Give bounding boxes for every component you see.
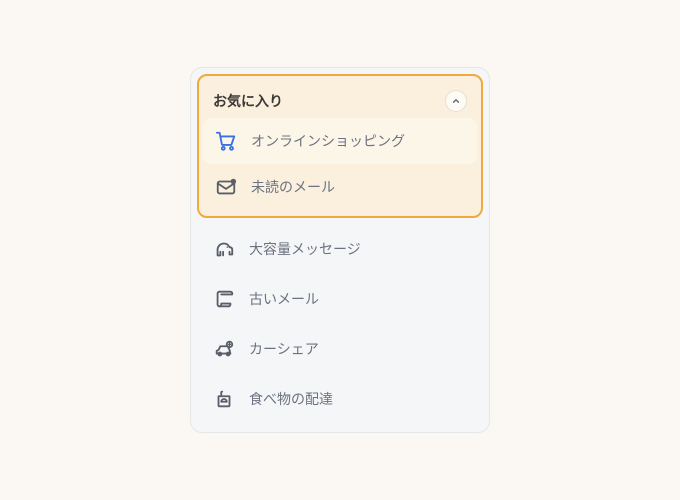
item-label: カーシェア [249,339,319,359]
chevron-up-icon [451,96,461,106]
item-label: 食べ物の配達 [249,389,333,409]
item-large-messages[interactable]: 大容量メッセージ [201,226,479,272]
collapse-button[interactable] [445,90,467,112]
item-food-delivery[interactable]: 食べ物の配達 [201,376,479,422]
elephant-icon [213,238,235,260]
car-coin-icon [213,338,235,360]
favorite-item-shopping[interactable]: オンラインショッピング [203,118,477,164]
item-label: 大容量メッセージ [249,239,361,259]
scroll-icon [213,288,235,310]
cart-icon [215,130,237,152]
favorite-item-unread-mail[interactable]: 未読のメール [203,164,477,210]
other-section: 大容量メッセージ 古いメール [197,218,483,426]
mail-unread-icon [215,176,237,198]
food-delivery-icon [213,388,235,410]
item-old-mail[interactable]: 古いメール [201,276,479,322]
favorites-header: お気に入り [203,80,477,118]
favorites-section: お気に入り オンラインショッピング [197,74,483,218]
favorite-item-label: 未読のメール [251,177,335,197]
item-car-share[interactable]: カーシェア [201,326,479,372]
item-label: 古いメール [249,289,319,309]
favorite-item-label: オンラインショッピング [251,131,405,151]
sidebar-panel: お気に入り オンラインショッピング [190,67,490,433]
favorites-title: お気に入り [213,91,283,111]
